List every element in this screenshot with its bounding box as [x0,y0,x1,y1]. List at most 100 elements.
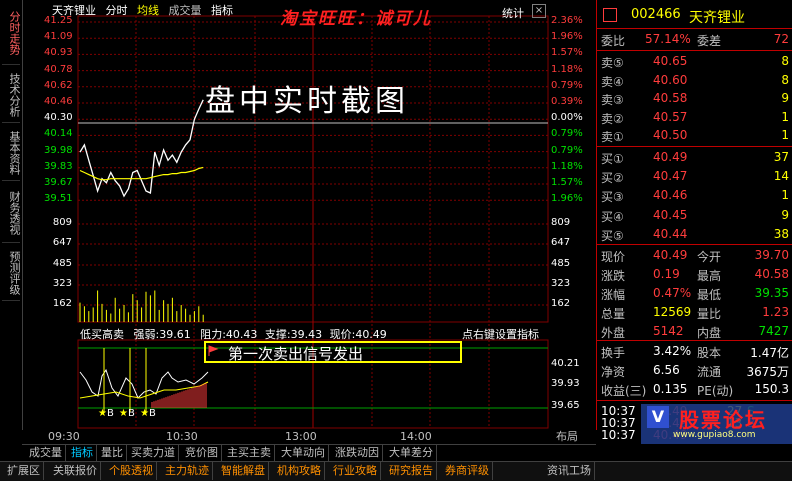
stat-label: 现价 [601,250,626,264]
tab-time-sharing[interactable]: 分时 [106,4,128,17]
stat-label: 内盘 [697,326,722,340]
ftab-smart-analysis[interactable]: 智能解盘 [218,462,269,480]
volume-tick: 809 [551,217,571,228]
checkbox-icon[interactable] [603,8,617,22]
btab-big-order-diff[interactable]: 大单差分 [386,445,437,461]
bid-label: 买④ [601,209,624,224]
stat-label: 今开 [697,250,722,264]
tab-intraday[interactable]: 分时走势 [2,2,21,65]
price-line [79,99,204,198]
btab-buy-sell-force[interactable]: 买卖力道 [128,445,179,461]
stat-value: 0.19 [653,267,680,281]
indicator-axis-3: 39.65 [551,400,580,411]
ask-price: 40.50 [653,128,688,142]
signal-box: 第一次卖出信号发出 [204,341,462,363]
ftab-extension[interactable]: 扩展区 [4,462,44,480]
volume-tick: 647 [551,237,571,248]
ftab-related-quotes[interactable]: 关联报价 [50,462,101,480]
ask-row: 卖④ 40.60 8 [597,72,792,90]
ftab-info-workshop[interactable]: 资讯工场 [544,462,595,480]
logo-text: 股票论坛 [679,408,767,432]
ask-price: 40.65 [653,54,688,68]
percent-tick: 1.96% [551,193,583,205]
stat-row: 现价 40.49 今开 39.70 [597,247,792,265]
ftab-stock-insight[interactable]: 个股透视 [106,462,157,480]
bid-price: 40.45 [653,207,688,222]
stat-label: 总量 [601,307,626,321]
close-icon[interactable]: × [532,4,546,18]
percent-tick: 0.79% [551,79,583,91]
avg-line-label[interactable]: 均线 [137,4,159,17]
price-tick: 40.46 [44,96,73,107]
btab-change-cause[interactable]: 涨跌动因 [332,445,383,461]
stat-label: 股本 [697,346,722,360]
buy-markers: ★B ★B ★B [98,408,156,419]
indicator-price: 现价:40.49 [329,328,387,341]
volume-tick: 323 [52,278,72,289]
price-tick: 40.62 [44,79,73,91]
ask-row: 卖① 40.50 1 [597,127,792,145]
stat-value: 1.23 [762,305,789,319]
tab-fundamentals[interactable]: 基本资料 [2,126,21,181]
bid-row: 买⑤ 40.44 38 [597,226,792,244]
intraday-chart [77,15,549,429]
stock-title: 天齐锂业 [689,10,745,26]
ftab-research-report[interactable]: 研究报告 [386,462,437,480]
stat-value: 0.47% [653,286,692,300]
ftab-main-track[interactable]: 主力轨迹 [162,462,213,480]
stats-button[interactable]: 统计 [502,5,524,21]
btab-auction[interactable]: 竞价图 [182,445,222,461]
stat-label: PE(动) [697,384,734,398]
indicator-line-white [79,368,209,399]
indicator-tabs: 成交量 指标 量比 买卖力道 竞价图 主买主卖 大单动向 涨跌动因 大单差分 [22,444,596,461]
indicator-hint: 点右键设置指标 [462,328,539,341]
stat-value: 3675万 [746,365,789,379]
ftab-broker-rating[interactable]: 券商评级 [442,462,493,480]
ask-volume: 1 [781,109,789,124]
btab-volume-ratio[interactable]: 量比 [98,445,127,461]
tab-technical[interactable]: 技术分析 [2,68,21,123]
stat-label: 流通 [697,365,722,379]
stat-value: 40.58 [754,267,789,281]
stat-row: 涨跌 0.19 最高 40.58 [597,266,792,284]
volume-label[interactable]: 成交量 [169,4,202,17]
stat-value: 5142 [653,324,684,338]
indicator-axis-1: 40.21 [551,358,580,369]
percent-tick: 1.96% [551,31,583,43]
btab-main-buy-sell[interactable]: 主买主卖 [224,445,275,461]
price-tick: 39.51 [44,193,73,205]
indicator-label[interactable]: 指标 [211,4,233,17]
btab-big-order[interactable]: 大单动向 [278,445,329,461]
percent-tick: 0.79% [551,144,583,156]
ftab-institution-guide[interactable]: 机构攻略 [274,462,325,480]
stat2-row: 净资 6.56 流通 3675万 [597,362,792,380]
bid-row: 买③ 40.46 1 [597,187,792,205]
percent-tick: 1.18% [551,160,583,172]
tab-financials[interactable]: 财务透视 [2,184,21,243]
bid-volume: 9 [781,207,789,222]
percent-tick: 1.57% [551,177,583,188]
stat-value: 39.35 [754,286,789,300]
stat-value: 0.135 [653,382,688,396]
indicator-resistance: 阻力:40.43 [200,328,258,341]
ask-volume: 8 [781,54,789,68]
weibi-value: 57.14% [645,32,691,46]
indicator-header: 低买高卖 强弱:39.61 阻力:40.43 支撑:39.43 现价:40.49 [80,326,387,342]
btab-indicator[interactable]: 指标 [68,445,97,461]
indicator-axis-2: 39.93 [551,378,580,389]
stat-label: 涨幅 [601,288,626,302]
stat-value: 7427 [758,324,789,338]
stat2-row: 换手 3.42% 股本 1.47亿 [597,343,792,361]
layout-button[interactable]: 布局 [556,428,578,444]
percent-tick: 0.00% [551,112,583,124]
ask-volume: 1 [781,128,789,142]
bid-price: 40.47 [653,169,688,184]
btab-volume[interactable]: 成交量 [26,445,66,461]
ask-label: 卖① [601,130,624,144]
side-tab-bar: 分时走势 技术分析 基本资料 财务透视 预测评级 [0,0,23,430]
percent-tick: 2.36% [551,15,583,26]
percent-tick: 0.39% [551,96,583,107]
bid-volume: 1 [781,188,789,203]
tab-forecast[interactable]: 预测评级 [2,246,21,301]
ftab-industry-guide[interactable]: 行业攻略 [330,462,381,480]
